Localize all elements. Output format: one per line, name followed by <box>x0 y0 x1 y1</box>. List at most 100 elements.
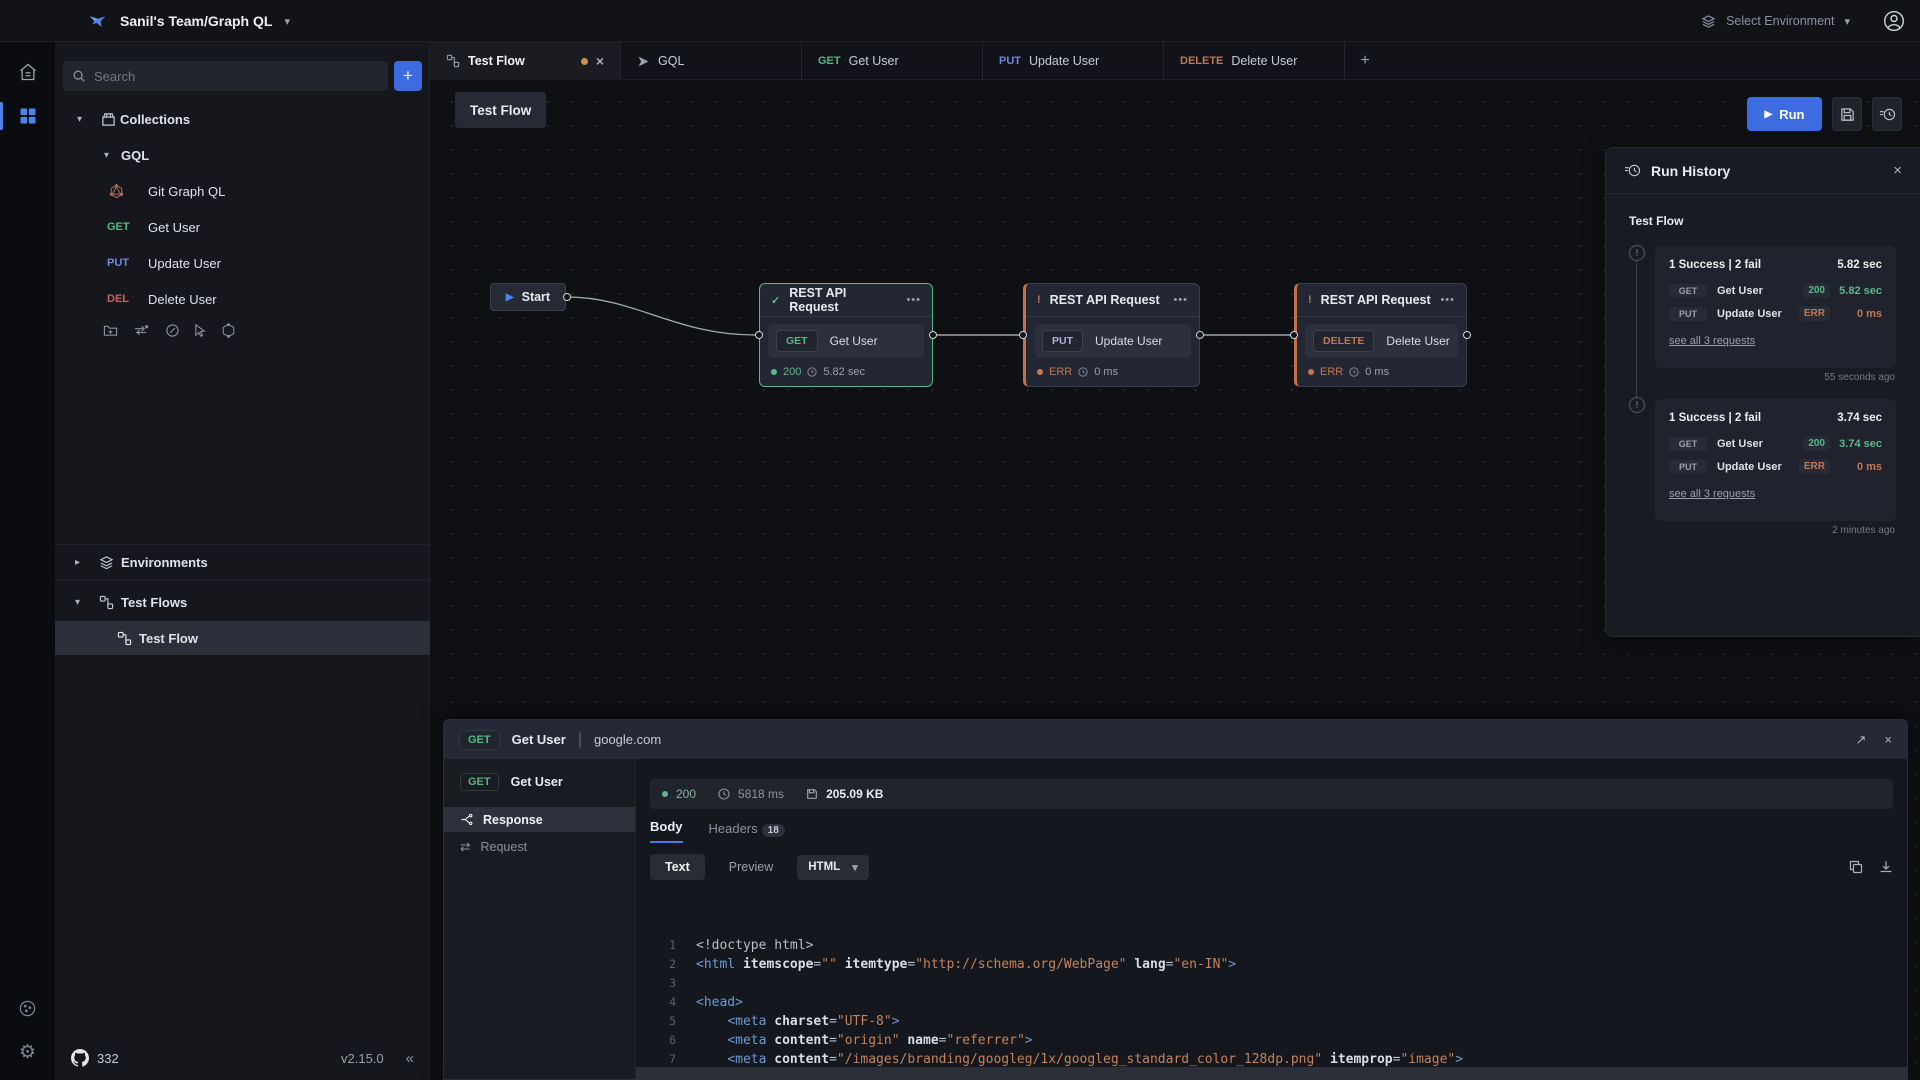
close-tab-icon[interactable]: × <box>596 53 604 69</box>
nav-item-request[interactable]: ⇄ Request <box>444 834 635 859</box>
flow-icon <box>446 54 460 68</box>
account-icon[interactable] <box>1882 9 1906 33</box>
settings-gear-icon[interactable]: ⚙ <box>0 1030 55 1074</box>
chevron-right-icon[interactable]: ▸ <box>75 557 80 568</box>
request-name: Delete User <box>1386 334 1449 348</box>
run-history-panel: Run History × Test Flow ! ! 1 Success | … <box>1605 147 1920 637</box>
node-request-select[interactable]: GET Get User <box>768 324 924 358</box>
node3-output-port[interactable] <box>1463 331 1471 339</box>
code-lines[interactable]: 1<!doctype html>2<html itemscope="" item… <box>636 930 1907 1079</box>
app-version: v2.15.0 <box>341 1051 384 1066</box>
node-request-select[interactable]: PUT Update User <box>1034 324 1191 358</box>
see-all-requests-link[interactable]: see all 3 requests <box>1669 488 1755 500</box>
run-request-row: GET Get User 200 5.82 sec <box>1669 283 1882 298</box>
close-icon[interactable]: × <box>1893 162 1902 179</box>
home-icon[interactable] <box>0 50 55 94</box>
format-dropdown[interactable]: HTML ▾ <box>797 855 868 880</box>
status-badge: ERR <box>1799 459 1830 474</box>
collapse-sidebar-button[interactable]: « <box>406 1050 414 1067</box>
start-node[interactable]: ▶ Start <box>490 283 566 311</box>
run-card[interactable]: 1 Success | 2 fail 3.74 sec GET Get User… <box>1655 399 1896 521</box>
new-tab-button[interactable]: + <box>1345 42 1385 80</box>
horizontal-scrollbar[interactable] <box>636 1067 1907 1079</box>
more-menu-icon[interactable]: ••• <box>1440 294 1455 306</box>
view-preview-button[interactable]: Preview <box>717 854 785 880</box>
tab-label: Get User <box>849 54 899 68</box>
request-time: 0 ms <box>1830 461 1882 473</box>
graphql-schema-icon[interactable] <box>221 323 236 338</box>
more-menu-icon[interactable]: ••• <box>906 294 921 306</box>
status-dot-icon <box>1308 369 1314 375</box>
clock-icon <box>718 788 730 800</box>
search-input[interactable] <box>94 69 379 84</box>
run-request-row: GET Get User 200 3.74 sec <box>1669 436 1882 451</box>
tab-headers[interactable]: Headers18 <box>709 821 785 843</box>
run-sequence-icon[interactable] <box>133 323 150 338</box>
new-folder-icon[interactable] <box>103 323 118 338</box>
flow-icon <box>99 595 114 610</box>
request-name: Get User <box>1717 438 1763 450</box>
chevron-down-icon[interactable]: ▾ <box>284 15 290 28</box>
node1-input-port[interactable] <box>755 331 763 339</box>
node2-input-port[interactable] <box>1019 331 1027 339</box>
expand-panel-icon[interactable]: ↗ <box>1856 732 1867 748</box>
view-text-button[interactable]: Text <box>650 854 705 880</box>
run-history-button[interactable] <box>1872 97 1902 131</box>
node2-output-port[interactable] <box>1196 331 1204 339</box>
environments-header[interactable]: ▸ Environments <box>55 544 430 580</box>
request-item-git-graph-ql[interactable]: Git Graph QL <box>55 173 430 209</box>
close-panel-icon[interactable]: × <box>1884 732 1892 748</box>
github-icon[interactable] <box>71 1049 89 1067</box>
method-badge: GET <box>460 773 499 791</box>
node-request-select[interactable]: DELETE Delete User <box>1305 324 1458 358</box>
download-icon[interactable] <box>1879 860 1893 874</box>
node-rest-update-user[interactable]: ! REST API Request ••• PUT Update User E… <box>1023 283 1200 387</box>
headers-count-badge: 18 <box>762 824 785 837</box>
folder-gql[interactable]: ▾ GQL <box>55 137 430 173</box>
run-button[interactable]: ▶ Run <box>1747 97 1822 131</box>
chevron-down-icon[interactable]: ▾ <box>1844 15 1850 28</box>
node3-input-port[interactable] <box>1290 331 1298 339</box>
request-item-get-user[interactable]: GET Get User <box>55 209 430 245</box>
see-all-requests-link[interactable]: see all 3 requests <box>1669 335 1755 347</box>
more-menu-icon[interactable]: ••• <box>1173 294 1188 306</box>
flow-canvas[interactable]: Test Flow ▶ Run ▶ Start ✓ REST API Reque… <box>430 80 1920 1080</box>
github-stars[interactable]: 332 <box>97 1051 119 1066</box>
tab-body[interactable]: Body <box>650 819 683 843</box>
timer-icon[interactable] <box>165 323 180 338</box>
node-rest-get-user[interactable]: ✓ REST API Request ••• GET Get User 200 … <box>759 283 933 387</box>
run-card[interactable]: 1 Success | 2 fail 5.82 sec GET Get User… <box>1655 246 1896 368</box>
test-flows-header[interactable]: ▾ Test Flows <box>55 584 430 620</box>
select-environment[interactable]: Select Environment <box>1726 14 1834 28</box>
collections-header[interactable]: ▾ Collections <box>55 101 430 137</box>
cookies-icon[interactable] <box>0 986 55 1030</box>
search-box[interactable] <box>63 61 388 91</box>
copy-icon[interactable] <box>1849 860 1863 874</box>
add-request-button[interactable]: + <box>394 61 422 91</box>
collections-nav-icon[interactable] <box>0 94 55 138</box>
response-panel-header: GET Get User | google.com ↗ × <box>444 720 1907 759</box>
run-timestamp: 55 seconds ago <box>1824 372 1895 383</box>
save-button[interactable] <box>1832 97 1862 131</box>
tab-test-flow[interactable]: Test Flow × <box>430 42 621 80</box>
tab-gql[interactable]: GQL <box>621 42 802 80</box>
click-pointer-icon[interactable] <box>193 323 208 338</box>
node1-output-port[interactable] <box>929 331 937 339</box>
nav-item-response[interactable]: Response <box>444 807 635 832</box>
method-badge: GET <box>107 221 130 233</box>
request-name: Get User <box>1717 285 1763 297</box>
request-item-update-user[interactable]: PUT Update User <box>55 245 430 281</box>
chevron-down-icon[interactable]: ▾ <box>104 150 109 161</box>
chevron-down-icon[interactable]: ▾ <box>77 114 82 125</box>
node-rest-delete-user[interactable]: ! REST API Request ••• DELETE Delete Use… <box>1294 283 1467 387</box>
test-flow-item-selected[interactable]: Test Flow <box>55 621 430 655</box>
tab-get-user[interactable]: GET Get User <box>802 42 983 80</box>
flow-icon <box>117 631 132 646</box>
start-output-port[interactable] <box>563 293 571 301</box>
tab-update-user[interactable]: PUT Update User <box>983 42 1164 80</box>
chevron-down-icon[interactable]: ▾ <box>75 597 80 608</box>
team-switcher[interactable]: Sanil's Team/Graph QL ▾ <box>86 0 290 42</box>
layers-icon <box>1701 14 1716 29</box>
search-icon <box>72 69 86 83</box>
tab-delete-user[interactable]: DELETE Delete User <box>1164 42 1345 80</box>
